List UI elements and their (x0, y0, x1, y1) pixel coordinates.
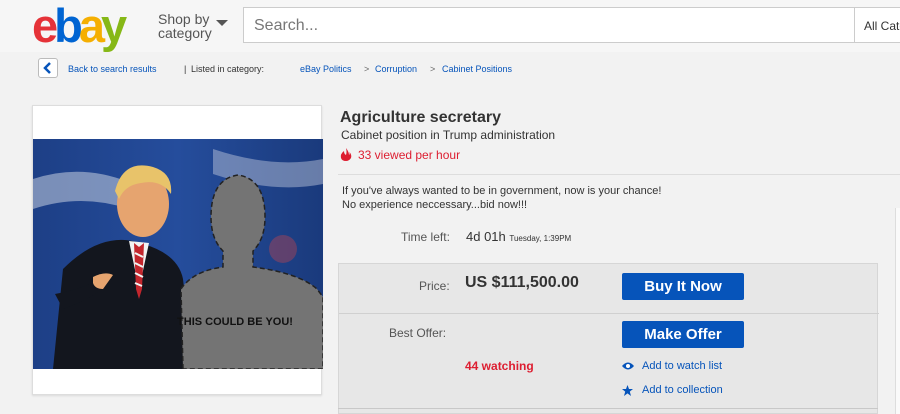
item-subtitle: Cabinet position in Trump administration (341, 128, 556, 142)
time-left-label: Time left: (401, 230, 450, 244)
watching-count: 44 watching (465, 359, 534, 373)
search-input[interactable]: Search... (243, 7, 855, 43)
breadcrumb-arrow: > (430, 64, 436, 74)
category-select[interactable]: All Categories (855, 7, 900, 43)
breadcrumb: Back to search results | Listed in categ… (38, 58, 878, 80)
buy-it-now-button[interactable]: Buy It Now (622, 273, 744, 300)
back-button[interactable] (38, 58, 58, 78)
item-description: If you've always wanted to be in governm… (342, 184, 661, 212)
breadcrumb-category-cabinet[interactable]: Cabinet Positions (442, 64, 512, 74)
chevron-left-icon (43, 62, 51, 74)
right-panel-edge (895, 208, 900, 414)
price-label: Price: (419, 279, 450, 293)
description-line: If you've always wanted to be in governm… (342, 185, 662, 197)
breadcrumb-category-politics[interactable]: eBay Politics (300, 64, 352, 74)
ebay-logo[interactable]: ebay (32, 2, 147, 50)
breadcrumb-category-corruption[interactable]: Corruption (375, 64, 417, 74)
shop-by-category-button[interactable]: Shop by category (158, 11, 228, 41)
search-placeholder: Search... (254, 17, 319, 34)
eye-icon (622, 362, 634, 370)
photo-caption: THIS COULD BE YOU! (177, 316, 293, 328)
breadcrumb-separator: | (184, 64, 187, 74)
price-value: US $111,500.00 (465, 274, 579, 291)
item-photo-card[interactable]: THIS COULD BE YOU! (32, 105, 323, 395)
description-line: No experience neccessary...bid now!!! (342, 199, 528, 211)
item-photo[interactable]: THIS COULD BE YOU! (33, 139, 323, 369)
add-to-collection-label: Add to collection (642, 384, 723, 396)
header: ebay Shop by category Search... All Cate… (0, 0, 900, 52)
chevron-down-icon (216, 20, 228, 26)
back-to-results-link[interactable]: Back to search results (68, 64, 157, 74)
make-offer-button[interactable]: Make Offer (622, 321, 744, 348)
logo-letter-e: e (32, 0, 58, 52)
add-to-watch-list-label: Add to watch list (642, 360, 723, 372)
logo-letter-y: y (101, 0, 127, 52)
item-title: Agriculture secretary (340, 109, 501, 126)
divider (338, 174, 900, 175)
time-left-duration: 4d 01h (466, 229, 506, 244)
flame-icon (340, 148, 352, 161)
photo-illustration: THIS COULD BE YOU! (33, 139, 323, 369)
best-offer-label: Best Offer: (389, 326, 447, 340)
viewed-text: 33 viewed per hour (358, 148, 461, 162)
category-label: category (158, 25, 212, 41)
breadcrumb-arrow: > (364, 64, 370, 74)
logo-letter-b: b (54, 0, 83, 52)
time-left-detail: Tuesday, 1:39PM (509, 234, 572, 243)
purchase-box-separator (339, 313, 879, 314)
time-left-value: 4d 01h Tuesday, 1:39PM (466, 229, 571, 244)
logo-letter-a: a (78, 0, 105, 52)
purchase-box-bottom (338, 408, 878, 409)
listed-in-label: Listed in category: (191, 64, 265, 74)
category-select-value: All Categories (864, 19, 900, 33)
star-icon (622, 385, 633, 396)
shop-by-label: Shop by (158, 11, 210, 27)
